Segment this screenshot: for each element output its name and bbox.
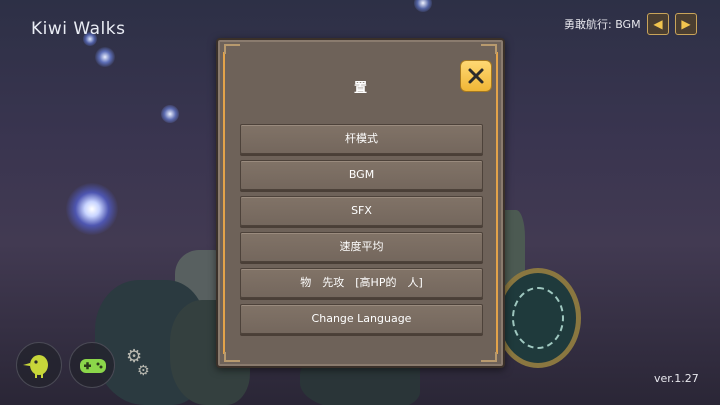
close-x-icon (468, 68, 484, 84)
light-orb (66, 183, 118, 235)
light-orb (95, 47, 115, 67)
settings-dialog: 置 杆模式 BGM SFX 速度平均 物 先攻 [高HP的 人] Change … (216, 38, 505, 368)
previous-track-button[interactable]: ◀ (647, 13, 669, 35)
triangle-left-icon: ◀ (653, 17, 663, 31)
speed-button[interactable]: 速度平均 (240, 232, 483, 262)
gamepad-button[interactable] (69, 342, 115, 388)
sfx-button[interactable]: SFX (240, 196, 483, 226)
bgm-button[interactable]: BGM (240, 160, 483, 190)
close-button[interactable] (460, 60, 492, 92)
settings-menu: 杆模式 BGM SFX 速度平均 物 先攻 [高HP的 人] Change La… (240, 124, 483, 340)
control-mode-button[interactable]: 杆模式 (240, 124, 483, 154)
attack-priority-button[interactable]: 物 先攻 [高HP的 人] (240, 268, 483, 298)
triangle-right-icon: ▶ (681, 17, 691, 31)
light-orb (161, 105, 179, 123)
version-label: ver.1.27 (654, 372, 699, 385)
stone-ring-portal (495, 268, 581, 368)
change-language-button[interactable]: Change Language (240, 304, 483, 334)
game-title: Kiwi Walks (31, 19, 126, 39)
light-orb (414, 0, 432, 12)
next-track-button[interactable]: ▶ (675, 13, 697, 35)
gear-icon: ⚙ (137, 363, 150, 379)
kiwi-button[interactable] (16, 342, 62, 388)
bgm-now-playing: 勇敢航行: BGM (564, 18, 641, 31)
gamepad-icon (80, 359, 106, 373)
kiwi-bird-icon (23, 355, 48, 378)
